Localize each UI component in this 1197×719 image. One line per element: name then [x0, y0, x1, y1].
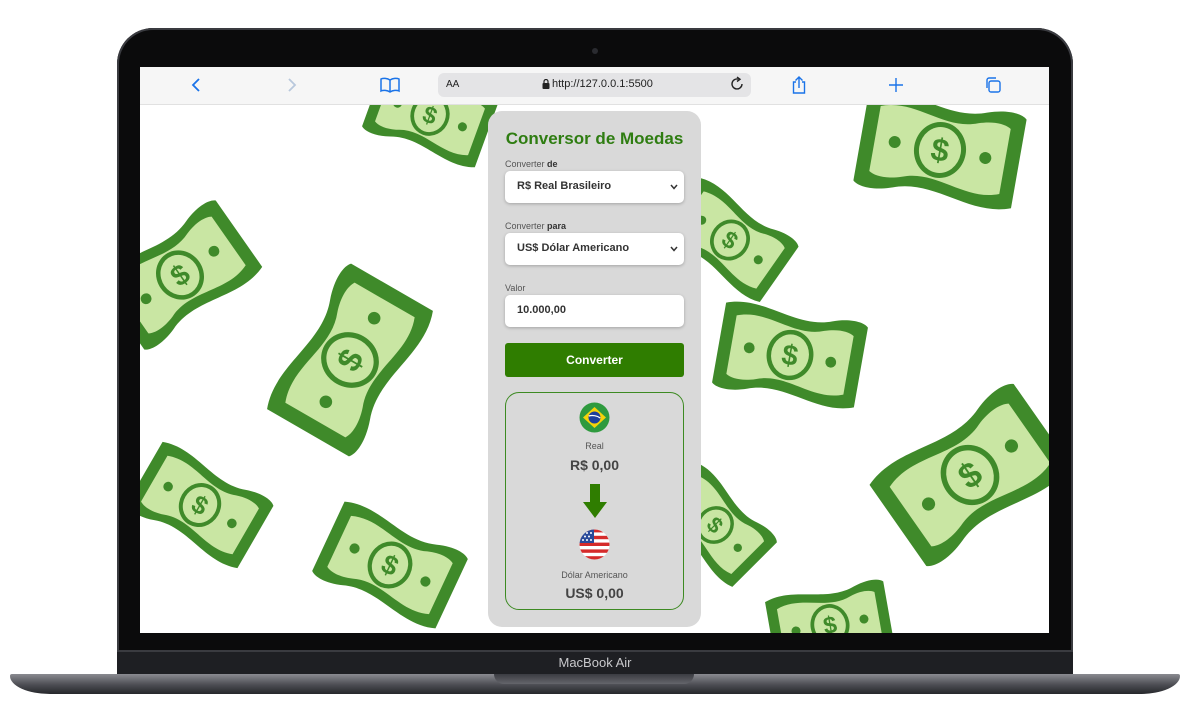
share-icon[interactable] — [790, 74, 808, 96]
chevron-down-icon — [670, 243, 678, 255]
address-bar[interactable]: AA http://127.0.0.1:5500 — [438, 73, 751, 97]
reader-button[interactable]: AA — [446, 79, 459, 90]
from-label-bold: de — [547, 159, 558, 169]
lock-icon — [542, 78, 550, 92]
to-label: Converter para — [505, 221, 566, 231]
money-bill — [711, 298, 869, 412]
money-bill — [310, 498, 470, 632]
money-bill — [764, 577, 896, 633]
chevron-down-icon — [670, 181, 678, 193]
amount-label: Valor — [505, 283, 526, 293]
money-bill — [140, 438, 276, 572]
amount-value: 10.000,00 — [517, 304, 566, 316]
screen: AA http://127.0.0.1:5500 $ Conversor de … — [140, 67, 1049, 633]
result-box: Real R$ 0,00 Dólar Americano US$ 0,00 — [505, 392, 684, 610]
url-text: http://127.0.0.1:5500 — [552, 78, 653, 90]
target-currency-name: Dólar Americano — [561, 570, 628, 580]
browser-toolbar: AA http://127.0.0.1:5500 — [140, 67, 1049, 105]
converter-card: Conversor de Moedas Converter de R$ Real… — [488, 111, 701, 627]
to-currency-value: US$ Dólar Americano — [517, 242, 630, 254]
money-bill — [262, 261, 438, 459]
from-label-prefix: Converter — [505, 159, 548, 169]
convert-button[interactable]: Converter — [505, 343, 684, 377]
device-label: MacBook Air — [558, 655, 632, 670]
back-icon[interactable] — [188, 74, 204, 96]
to-label-bold: para — [547, 221, 567, 231]
money-bill — [140, 197, 265, 353]
source-currency-name: Real — [585, 441, 604, 451]
usa-flag-icon — [579, 529, 610, 560]
arrow-down-icon — [583, 484, 607, 518]
to-currency-select[interactable]: US$ Dólar Americano — [505, 233, 684, 265]
tabs-icon[interactable] — [984, 74, 1002, 96]
from-currency-select[interactable]: R$ Real Brasileiro — [505, 171, 684, 203]
reload-icon[interactable] — [729, 76, 745, 95]
money-bill — [852, 105, 1028, 213]
forward-icon[interactable] — [284, 74, 300, 96]
money-bill — [866, 379, 1049, 571]
amount-input[interactable]: 10.000,00 — [505, 295, 684, 327]
source-currency-value: R$ 0,00 — [569, 457, 620, 473]
brazil-flag-icon — [579, 402, 610, 433]
page-title: Conversor de Moedas — [505, 129, 684, 148]
from-label: Converter de — [505, 159, 558, 169]
laptop-notch — [494, 674, 694, 684]
money-bill — [360, 105, 500, 171]
laptop-chin: MacBook Air — [117, 652, 1073, 674]
target-currency-value: US$ 0,00 — [565, 585, 624, 601]
bookmarks-icon[interactable] — [379, 74, 401, 96]
camera-icon — [592, 48, 598, 54]
from-currency-value: R$ Real Brasileiro — [517, 180, 612, 192]
new-tab-icon[interactable] — [887, 74, 905, 96]
to-label-prefix: Converter — [505, 221, 548, 231]
